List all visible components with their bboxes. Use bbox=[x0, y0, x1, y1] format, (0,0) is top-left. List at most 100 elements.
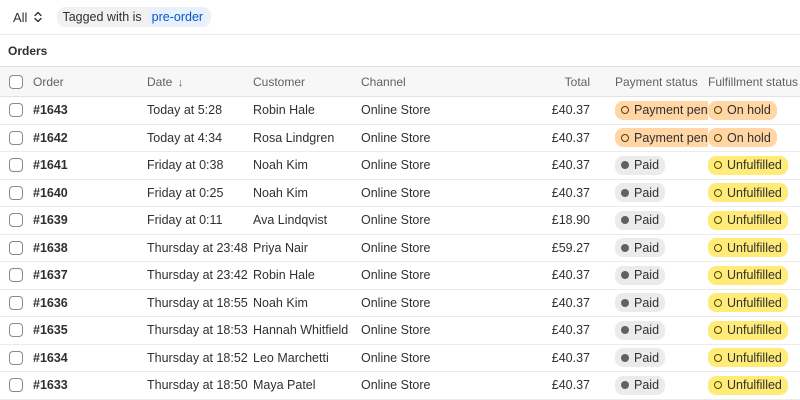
customer-name: Noah Kim bbox=[253, 289, 361, 317]
fulfillment-status-label: Unfulfilled bbox=[727, 240, 782, 255]
row-checkbox[interactable] bbox=[9, 295, 23, 310]
column-header-channel[interactable]: Channel bbox=[361, 66, 485, 97]
order-total: £59.27 bbox=[485, 234, 590, 262]
row-select-cell bbox=[0, 151, 33, 180]
row-checkbox[interactable] bbox=[9, 185, 23, 200]
order-number[interactable]: #1637 bbox=[33, 261, 147, 290]
sales-channel: Online Store bbox=[361, 96, 485, 125]
fulfillment-status-cell: Unfulfilled bbox=[708, 179, 800, 207]
payment-status-cell: Paid bbox=[590, 179, 708, 207]
order-date: Friday at 0:25 bbox=[147, 179, 253, 207]
table-row[interactable]: #1637 Thursday at 23:42 Robin Hale Online S… bbox=[0, 261, 800, 290]
fulfillment-status-cell: Unfulfilled bbox=[708, 371, 800, 400]
fulfillment-status-label: On hold bbox=[727, 103, 771, 118]
order-number[interactable]: #1640 bbox=[33, 179, 147, 207]
row-checkbox[interactable] bbox=[9, 213, 23, 228]
fulfillment-status-cell: Unfulfilled bbox=[708, 344, 800, 372]
customer-name: Leo Marchetti bbox=[253, 344, 361, 372]
payment-status-label: Paid bbox=[634, 213, 660, 228]
order-number[interactable]: #1641 bbox=[33, 151, 147, 180]
payment-status-cell: Paid bbox=[590, 316, 708, 345]
row-select-cell bbox=[0, 344, 33, 372]
table-row[interactable]: #1643 Today at 5:28 Robin Hale Online Store… bbox=[0, 96, 800, 125]
order-number[interactable]: #1638 bbox=[33, 234, 147, 262]
order-number[interactable]: #1634 bbox=[33, 344, 147, 372]
tag-filter-chip[interactable]: Tagged with is pre-order bbox=[57, 7, 212, 27]
row-select-cell bbox=[0, 316, 33, 345]
table-header-row: Order Date ↓ Customer Channel Total Paym… bbox=[0, 66, 800, 97]
payment-status-badge: Paid bbox=[615, 183, 666, 203]
status-dot-icon bbox=[621, 106, 629, 115]
fulfillment-status-badge: Unfulfilled bbox=[708, 375, 788, 395]
fulfillment-status-cell: Unfulfilled bbox=[708, 234, 800, 262]
fulfillment-status-cell: Unfulfilled bbox=[708, 151, 800, 180]
row-checkbox[interactable] bbox=[9, 378, 23, 393]
row-select-cell bbox=[0, 206, 33, 235]
order-number[interactable]: #1633 bbox=[33, 371, 147, 400]
table-row[interactable]: #1636 Thursday at 18:55 Noah Kim Online Sto… bbox=[0, 289, 800, 317]
order-date: Today at 4:34 bbox=[147, 124, 253, 152]
fulfillment-status-badge: On hold bbox=[708, 100, 777, 120]
order-total: £40.37 bbox=[485, 289, 590, 317]
tag-filter-label: Tagged with is bbox=[62, 10, 142, 24]
payment-status-label: Payment pending bbox=[634, 130, 708, 145]
filter-bar: All Tagged with is pre-order bbox=[0, 0, 800, 34]
order-date: Thursday at 18:53 bbox=[147, 316, 253, 345]
orders-table-body: #1643 Today at 5:28 Robin Hale Online Store… bbox=[0, 96, 800, 400]
fulfillment-status-label: Unfulfilled bbox=[727, 185, 782, 200]
payment-status-badge: Paid bbox=[615, 210, 666, 230]
fulfillment-status-cell: Unfulfilled bbox=[708, 206, 800, 235]
order-number[interactable]: #1643 bbox=[33, 96, 147, 125]
order-number[interactable]: #1636 bbox=[33, 289, 147, 317]
fulfillment-status-badge: On hold bbox=[708, 128, 777, 148]
table-row[interactable]: #1634 Thursday at 18:52 Leo Marchetti Onlin… bbox=[0, 344, 800, 372]
row-checkbox[interactable] bbox=[9, 158, 23, 173]
order-number[interactable]: #1639 bbox=[33, 206, 147, 235]
select-all-checkbox[interactable] bbox=[9, 74, 23, 89]
table-row[interactable]: #1641 Friday at 0:38 Noah Kim Online Store £… bbox=[0, 151, 800, 180]
order-number[interactable]: #1635 bbox=[33, 316, 147, 345]
row-checkbox[interactable] bbox=[9, 268, 23, 283]
view-select[interactable]: All bbox=[13, 10, 49, 25]
table-row[interactable]: #1633 Thursday at 18:50 Maya Patel Online S… bbox=[0, 371, 800, 400]
table-row[interactable]: #1635 Thursday at 18:53 Hannah Whitfield On… bbox=[0, 316, 800, 345]
order-number[interactable]: #1642 bbox=[33, 124, 147, 152]
order-total: £40.37 bbox=[485, 316, 590, 345]
payment-status-label: Paid bbox=[634, 323, 660, 338]
fulfillment-status-label: Unfulfilled bbox=[727, 350, 782, 365]
column-header-total[interactable]: Total bbox=[485, 66, 590, 97]
customer-name: Hannah Whitfield bbox=[253, 316, 361, 345]
row-checkbox[interactable] bbox=[9, 323, 23, 338]
column-header-date[interactable]: Date ↓ bbox=[147, 66, 253, 97]
column-header-customer[interactable]: Customer bbox=[253, 66, 361, 97]
row-checkbox[interactable] bbox=[9, 130, 23, 145]
sales-channel: Online Store bbox=[361, 124, 485, 152]
customer-name: Priya Nair bbox=[253, 234, 361, 262]
column-header-payment-status[interactable]: Payment status bbox=[590, 66, 708, 97]
order-total: £40.37 bbox=[485, 261, 590, 290]
payment-status-label: Paid bbox=[634, 185, 660, 200]
payment-status-badge: Paid bbox=[615, 348, 666, 368]
customer-name: Maya Patel bbox=[253, 371, 361, 400]
column-header-fulfillment-status[interactable]: Fulfillment status bbox=[708, 66, 800, 97]
row-checkbox[interactable] bbox=[9, 103, 23, 118]
payment-status-badge: Paid bbox=[615, 320, 666, 340]
table-row[interactable]: #1638 Thursday at 23:48 Priya Nair Online S… bbox=[0, 234, 800, 262]
table-row[interactable]: #1640 Friday at 0:25 Noah Kim Online Store £… bbox=[0, 179, 800, 207]
row-checkbox[interactable] bbox=[9, 350, 23, 365]
order-date: Thursday at 18:55 bbox=[147, 289, 253, 317]
sales-channel: Online Store bbox=[361, 179, 485, 207]
table-row[interactable]: #1639 Friday at 0:11 Ava Lindqvist Online S… bbox=[0, 206, 800, 235]
payment-status-label: Paid bbox=[634, 295, 660, 310]
tag-filter-value: pre-order bbox=[147, 8, 208, 26]
payment-status-label: Paid bbox=[634, 378, 660, 393]
row-checkbox[interactable] bbox=[9, 240, 23, 255]
table-row[interactable]: #1642 Today at 4:34 Rosa Lindgren Online St… bbox=[0, 124, 800, 152]
payment-status-badge: Paid bbox=[615, 238, 666, 258]
order-total: £40.37 bbox=[485, 371, 590, 400]
status-dot-icon bbox=[621, 161, 629, 170]
order-total: £40.37 bbox=[485, 344, 590, 372]
sort-descending-icon[interactable]: ↓ bbox=[178, 77, 184, 89]
column-header-order[interactable]: Order bbox=[33, 66, 147, 97]
order-date: Thursday at 23:48 bbox=[147, 234, 253, 262]
